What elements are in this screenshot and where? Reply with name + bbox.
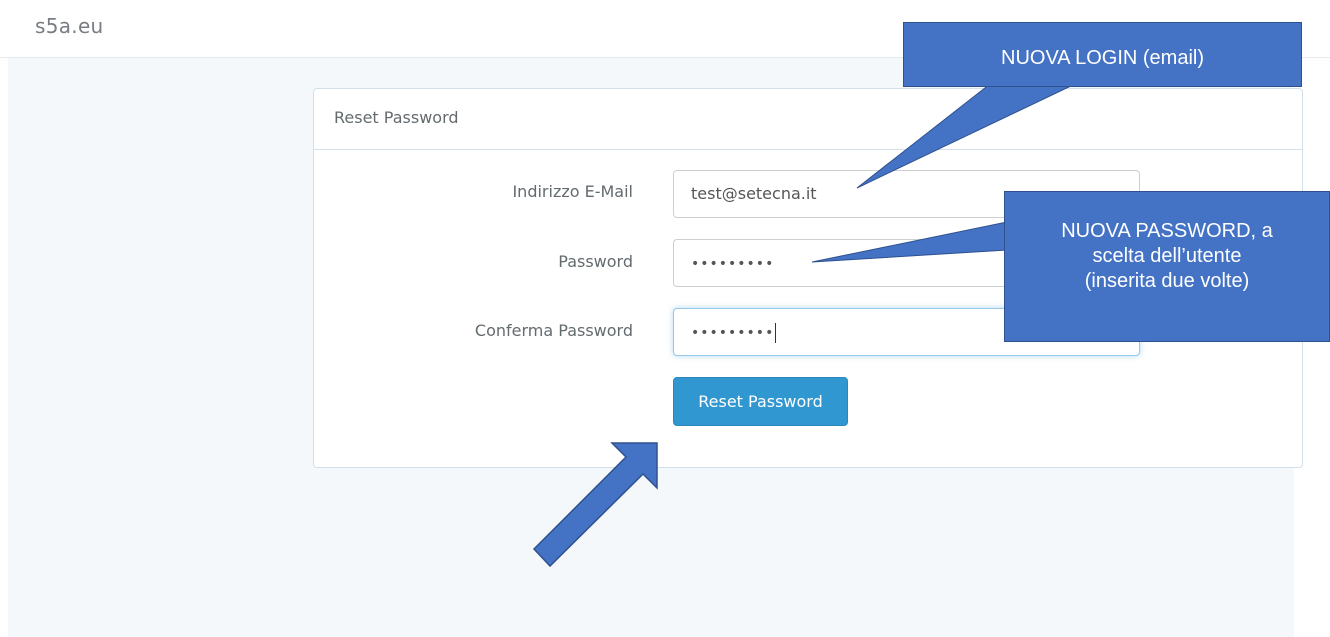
login-callout-pointer xyxy=(856,83,1076,189)
password-callout-line-2: scelta dell’utente xyxy=(1092,245,1242,267)
password-callout-line-1: NUOVA PASSWORD, a xyxy=(1061,220,1273,242)
login-callout: NUOVA LOGIN (email) xyxy=(903,22,1302,87)
login-callout-text: NUOVA LOGIN (email) xyxy=(1001,47,1204,69)
password-callout: NUOVA PASSWORD, a scelta dell’utente (in… xyxy=(1004,191,1330,342)
password-callout-pointer xyxy=(811,221,1008,263)
pointer-arrow-icon xyxy=(532,442,658,568)
password-callout-line-3: (inserita due volte) xyxy=(1084,270,1250,292)
